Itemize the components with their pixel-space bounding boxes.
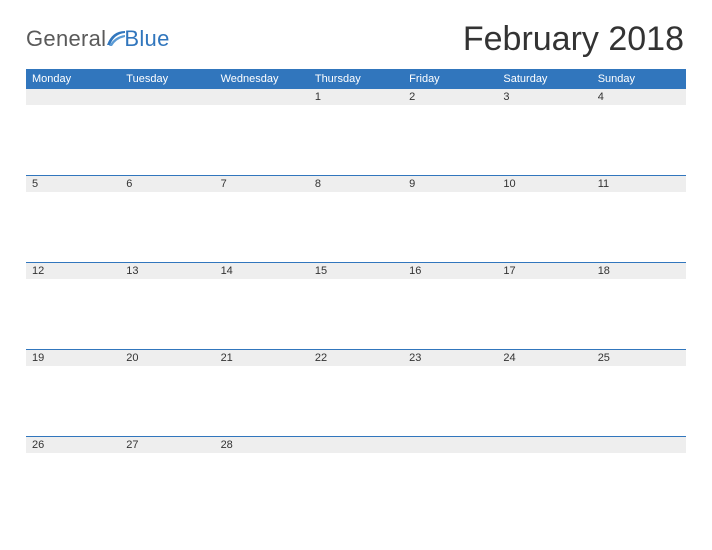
day-number: 6 <box>120 175 214 192</box>
day-header: Tuesday <box>120 69 214 88</box>
day-number: 21 <box>215 349 309 366</box>
day-number <box>309 436 403 453</box>
day-number <box>403 436 497 453</box>
day-number: 10 <box>497 175 591 192</box>
brand-logo: General Blue <box>26 26 170 52</box>
day-header: Thursday <box>309 69 403 88</box>
calendar-cell: 14 <box>215 262 309 349</box>
day-header: Sunday <box>592 69 686 88</box>
day-number: 23 <box>403 349 497 366</box>
calendar-cell <box>120 88 214 175</box>
day-number <box>26 88 120 105</box>
calendar-cell: 6 <box>120 175 214 262</box>
day-number: 7 <box>215 175 309 192</box>
calendar-cell <box>309 436 403 523</box>
day-number <box>592 436 686 453</box>
calendar-cell: 2 <box>403 88 497 175</box>
calendar-table: Monday Tuesday Wednesday Thursday Friday… <box>26 69 686 523</box>
calendar-cell: 7 <box>215 175 309 262</box>
calendar-cell: 4 <box>592 88 686 175</box>
calendar-cell: 17 <box>497 262 591 349</box>
day-header: Friday <box>403 69 497 88</box>
calendar-cell: 9 <box>403 175 497 262</box>
calendar-cell <box>215 88 309 175</box>
day-number: 12 <box>26 262 120 279</box>
calendar-cell: 3 <box>497 88 591 175</box>
day-number: 5 <box>26 175 120 192</box>
calendar-cell: 21 <box>215 349 309 436</box>
calendar-cell: 20 <box>120 349 214 436</box>
day-number: 27 <box>120 436 214 453</box>
calendar-cell: 13 <box>120 262 214 349</box>
calendar-cell: 18 <box>592 262 686 349</box>
day-number: 17 <box>497 262 591 279</box>
calendar-cell: 23 <box>403 349 497 436</box>
calendar-cell: 26 <box>26 436 120 523</box>
calendar-cell: 12 <box>26 262 120 349</box>
header: General Blue February 2018 <box>26 20 686 59</box>
calendar-cell <box>26 88 120 175</box>
calendar-week-row: 26 27 28 <box>26 436 686 523</box>
day-number: 11 <box>592 175 686 192</box>
day-header: Wednesday <box>215 69 309 88</box>
day-number: 14 <box>215 262 309 279</box>
day-number: 22 <box>309 349 403 366</box>
calendar-cell: 1 <box>309 88 403 175</box>
day-number: 13 <box>120 262 214 279</box>
day-number: 4 <box>592 88 686 105</box>
day-number: 15 <box>309 262 403 279</box>
calendar-cell: 8 <box>309 175 403 262</box>
day-number: 1 <box>309 88 403 105</box>
page-title: February 2018 <box>463 20 684 59</box>
calendar-cell <box>403 436 497 523</box>
day-number: 18 <box>592 262 686 279</box>
calendar-cell <box>592 436 686 523</box>
calendar-header-row: Monday Tuesday Wednesday Thursday Friday… <box>26 69 686 88</box>
day-number: 20 <box>120 349 214 366</box>
day-number <box>215 88 309 105</box>
calendar-week-row: 5 6 7 8 9 10 11 <box>26 175 686 262</box>
day-number: 26 <box>26 436 120 453</box>
day-number <box>120 88 214 105</box>
calendar-cell: 22 <box>309 349 403 436</box>
calendar-body: 1 2 3 4 5 6 7 8 9 10 11 12 13 14 15 16 1… <box>26 88 686 523</box>
day-number: 8 <box>309 175 403 192</box>
calendar-cell: 5 <box>26 175 120 262</box>
calendar-cell: 15 <box>309 262 403 349</box>
calendar-week-row: 12 13 14 15 16 17 18 <box>26 262 686 349</box>
calendar-cell <box>497 436 591 523</box>
calendar-cell: 16 <box>403 262 497 349</box>
calendar-cell: 28 <box>215 436 309 523</box>
calendar-week-row: 1 2 3 4 <box>26 88 686 175</box>
day-number: 9 <box>403 175 497 192</box>
day-number: 25 <box>592 349 686 366</box>
calendar-week-row: 19 20 21 22 23 24 25 <box>26 349 686 436</box>
day-number <box>497 436 591 453</box>
brand-swoosh-icon <box>106 30 126 48</box>
calendar-cell: 24 <box>497 349 591 436</box>
day-number: 3 <box>497 88 591 105</box>
day-number: 28 <box>215 436 309 453</box>
calendar-cell: 25 <box>592 349 686 436</box>
calendar-cell: 19 <box>26 349 120 436</box>
day-number: 2 <box>403 88 497 105</box>
calendar-cell: 27 <box>120 436 214 523</box>
brand-word-blue: Blue <box>124 26 169 52</box>
day-header: Saturday <box>497 69 591 88</box>
calendar-cell: 11 <box>592 175 686 262</box>
day-number: 24 <box>497 349 591 366</box>
day-header: Monday <box>26 69 120 88</box>
brand-word-general: General <box>26 26 106 52</box>
day-number: 16 <box>403 262 497 279</box>
day-number: 19 <box>26 349 120 366</box>
calendar-cell: 10 <box>497 175 591 262</box>
